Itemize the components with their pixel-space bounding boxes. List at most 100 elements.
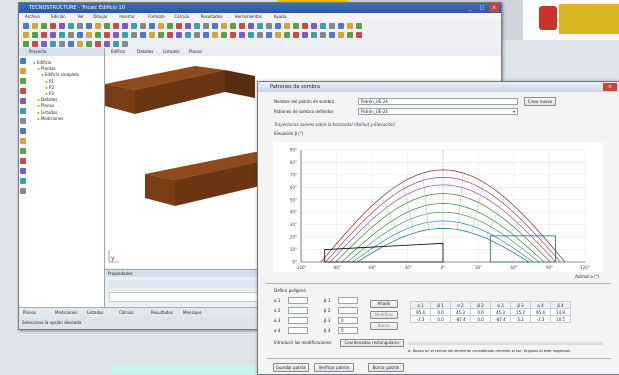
bottom-tab-0[interactable]: Planos [23, 310, 36, 315]
project-tree-item-9[interactable]: ▪ Mediciones [37, 116, 63, 121]
toolbar-2-icon-36[interactable] [347, 31, 353, 38]
table-cell[interactable]: 14.8 [550, 308, 571, 316]
toolbar-1-icon-11[interactable] [122, 22, 128, 29]
toolbar-2-icon-19[interactable] [194, 31, 200, 38]
toolbar-1-icon-6[interactable] [77, 22, 83, 29]
alpha-input-1[interactable] [288, 297, 308, 304]
side-tool-icon-3[interactable] [20, 88, 26, 94]
save-pattern-button[interactable]: Guardar patrón [273, 363, 309, 372]
toolbar-1-icon-1[interactable] [32, 22, 38, 29]
beta-input-2[interactable] [338, 307, 358, 314]
table-cell[interactable]: 15.2 [510, 308, 531, 316]
toolbar-1-icon-25[interactable] [248, 22, 254, 29]
bottom-tab-2[interactable]: Listados [87, 310, 104, 315]
add-point-button[interactable]: Añadir [370, 300, 398, 308]
toolbar-1-icon-22[interactable] [221, 22, 227, 29]
side-tool-icon-8[interactable] [20, 138, 26, 144]
toolbar-1-icon-28[interactable] [275, 22, 281, 29]
side-tool-icon-4[interactable] [20, 98, 26, 104]
toolbar-2-icon-4[interactable] [59, 31, 65, 38]
project-tree-item-8[interactable]: ▪ Listados [37, 110, 58, 115]
side-tool-icon-7[interactable] [20, 128, 26, 134]
toolbar-3-icon-2[interactable] [41, 40, 47, 47]
side-tool-icon-0[interactable] [20, 58, 26, 64]
bottom-tab-3[interactable]: Cálculo [119, 310, 134, 315]
toolbar-1-icon-3[interactable] [50, 22, 56, 29]
toolbar-1-icon-30[interactable] [293, 22, 299, 29]
delete-pattern-button[interactable]: Borrar patrón [368, 363, 404, 372]
toolbar-2-icon-22[interactable] [221, 31, 227, 38]
project-tree-item-6[interactable]: ▪ Detalles [37, 97, 57, 102]
bottom-tab-1[interactable]: Mediciones [55, 310, 77, 315]
delete-point-button[interactable]: Borrar [370, 322, 398, 330]
toolbar-2-icon-27[interactable] [266, 31, 272, 38]
table-cell[interactable]: 95.4 [530, 308, 551, 316]
toolbar-2-icon-34[interactable] [329, 31, 335, 38]
toolbar-2-icon-31[interactable] [302, 31, 308, 38]
pattern-name-input[interactable]: Patrón_UE-24 [358, 98, 518, 105]
alpha-input-3[interactable] [288, 317, 308, 324]
toolbar-1-icon-9[interactable] [104, 22, 110, 29]
toolbar-2-icon-1[interactable] [32, 31, 38, 38]
bottom-tab-4[interactable]: Resultados [151, 310, 173, 315]
menu-item-6[interactable]: Cálculo [174, 14, 189, 19]
create-pattern-button[interactable]: Crear nuevo [524, 97, 556, 106]
toolbar-1-icon-31[interactable] [302, 22, 308, 29]
table-cell[interactable]: 10.5 [550, 315, 571, 323]
toolbar-1-icon-15[interactable] [158, 22, 164, 29]
toolbar-2-icon-11[interactable] [122, 31, 128, 38]
toolbar-1-icon-13[interactable] [140, 22, 146, 29]
toolbar-2-icon-10[interactable] [113, 31, 119, 38]
bottom-tab-5[interactable]: Mensajes [183, 310, 202, 315]
toolbar-2-icon-21[interactable] [212, 31, 218, 38]
toolbar-2-icon-2[interactable] [41, 31, 47, 38]
table-row[interactable]: -3.3 0.0 -87.4 0.0 -87.4 5.2 -3.3 10.5 [410, 315, 571, 323]
table-cell[interactable]: 0.0 [430, 308, 451, 316]
toolbar-3-icon-6[interactable] [77, 40, 83, 47]
toolbar-1-icon-24[interactable] [239, 22, 245, 29]
toolbar-2-icon-7[interactable] [86, 31, 92, 38]
menu-item-1[interactable]: Edición [51, 14, 65, 19]
toolbar-1-icon-33[interactable] [320, 22, 326, 29]
toolbar-1-icon-10[interactable] [113, 22, 119, 29]
toolbar-1-icon-23[interactable] [230, 22, 236, 29]
toolbar-2-icon-9[interactable] [104, 31, 110, 38]
toolbar-2-icon-8[interactable] [95, 31, 101, 38]
toolbar-1-icon-36[interactable] [347, 22, 353, 29]
toolbar-1-icon-32[interactable] [311, 22, 317, 29]
dialog-close-button[interactable]: × [603, 83, 617, 91]
toolbar-2-icon-30[interactable] [293, 31, 299, 38]
table-row[interactable]: 95.4 0.0 45.3 0.0 45.3 15.2 95.4 14.8 [410, 308, 571, 316]
beta-input-4[interactable]: 0 [338, 327, 358, 334]
toolbar-2-icon-14[interactable] [149, 31, 155, 38]
table-cell[interactable]: 95.4 [410, 308, 431, 316]
toolbar-3-icon-10[interactable] [113, 40, 119, 47]
toolbar-3-icon-7[interactable] [86, 40, 92, 47]
toolbar-2-icon-13[interactable] [140, 31, 146, 38]
toolbar-1-icon-37[interactable] [356, 22, 362, 29]
project-tree-item-3[interactable]: ▪ P1 [45, 79, 54, 84]
menu-item-4[interactable]: Insertar [119, 14, 135, 19]
toolbar-1-icon-2[interactable] [41, 22, 47, 29]
toolbar-2-icon-16[interactable] [167, 31, 173, 38]
toolbar-1-icon-34[interactable] [329, 22, 335, 29]
toolbar-2-icon-15[interactable] [158, 31, 164, 38]
table-cell[interactable]: 5.2 [510, 315, 531, 323]
rect-coords-button[interactable]: Coordenadas rectangulares [340, 339, 404, 347]
menu-item-3[interactable]: Dibujar [93, 14, 107, 19]
project-tree-item-7[interactable]: ▪ Planos [37, 103, 54, 108]
toolbar-2-icon-18[interactable] [185, 31, 191, 38]
side-tool-icon-9[interactable] [20, 148, 26, 154]
toolbar-3-icon-11[interactable] [122, 40, 128, 47]
toolbar-2-icon-20[interactable] [203, 31, 209, 38]
view-tab-3[interactable]: Planos [189, 49, 202, 54]
toolbar-2-icon-17[interactable] [176, 31, 182, 38]
maximize-button[interactable]: □ [477, 4, 487, 12]
side-tool-icon-1[interactable] [20, 68, 26, 74]
toolbar-3-icon-8[interactable] [95, 40, 101, 47]
alpha-input-4[interactable] [288, 327, 308, 334]
toolbar-3-icon-3[interactable] [50, 40, 56, 47]
table-scrollbar[interactable] [408, 342, 603, 345]
table-cell[interactable]: -87.4 [490, 315, 511, 323]
toolbar-2-icon-37[interactable] [356, 31, 362, 38]
